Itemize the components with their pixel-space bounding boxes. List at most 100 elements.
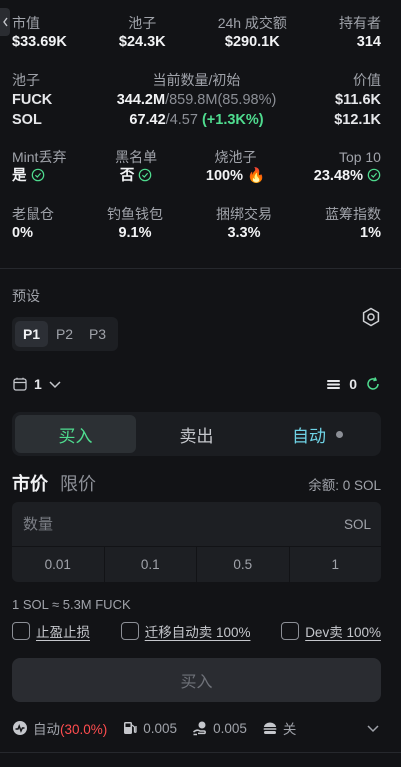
- holder-label: 捆绑交易: [216, 206, 272, 222]
- divider: [0, 268, 401, 269]
- sec-value: 23.48%: [314, 166, 381, 186]
- security-stats: Mint丢弃 是 黑名单 否 烧池子 100% 🔥 Top 10 23.48%: [12, 148, 381, 186]
- pool-token-amount: 344.2M/859.8M(85.98%): [102, 92, 291, 108]
- tab-auto[interactable]: 自动: [257, 415, 378, 453]
- auto-label: 自动(30.0%): [33, 718, 107, 738]
- tip-icon: [193, 721, 206, 736]
- slippage-icon: [13, 721, 27, 735]
- chevron-down-icon[interactable]: [365, 720, 381, 736]
- holder-value: 3.3%: [227, 225, 261, 241]
- status-dot: [336, 430, 343, 438]
- sec-label: 黑名单: [115, 149, 158, 165]
- mev-protection[interactable]: 关: [262, 718, 297, 738]
- sec-value: 是: [12, 166, 45, 186]
- check-circle-icon: [367, 168, 381, 182]
- sec-mint-renounced: Mint丢弃 是: [12, 148, 66, 186]
- checkbox[interactable]: [120, 622, 139, 640]
- pool-sol-initial: /4.57: [165, 112, 198, 128]
- stat-value: $24.3K: [118, 34, 166, 50]
- stat-holders: 持有者 314: [339, 14, 381, 52]
- amount-box: SOL 0.01 0.1 0.5 1: [12, 502, 381, 582]
- wallet-icon: [13, 377, 27, 391]
- option-migrate-auto-sell[interactable]: 迁移自动卖 100%: [120, 621, 250, 641]
- stat-24h-volume: 24h 成交额 $290.1K: [218, 14, 287, 52]
- auto-slippage[interactable]: 自动(30.0%): [12, 718, 107, 738]
- trade-options: 止盈止损 迁移自动卖 100% Dev卖 100%: [12, 621, 381, 641]
- mev-label: 关: [282, 722, 297, 737]
- wallet-count: 1: [34, 376, 42, 392]
- pool-table: 池子 当前数量/初始 价值 FUCK 344.2M/859.8M(85.98%)…: [12, 70, 381, 130]
- checkbox[interactable]: [281, 622, 300, 640]
- chevron-left-icon: [2, 17, 8, 27]
- burger-icon: [263, 722, 277, 734]
- gas-pump-icon: [124, 722, 137, 734]
- pool-token-initial: /859.8M: [165, 92, 218, 108]
- pool-token-value: $11.6K: [335, 92, 381, 108]
- amount-input[interactable]: [23, 515, 223, 533]
- tab-buy[interactable]: 买入: [15, 415, 136, 453]
- pool-sol-pct: (+1.3K%): [201, 112, 264, 128]
- quick-amount-button[interactable]: 1: [290, 547, 382, 582]
- holder-stats: 老鼠仓 0% 钓鱼钱包 9.1% 捆绑交易 3.3% 蓝筹指数 1%: [12, 205, 381, 243]
- pool-header: 池子 当前数量/初始 价值: [12, 70, 381, 90]
- priority-fee[interactable]: 0.005: [122, 720, 177, 736]
- check-circle-icon: [31, 168, 44, 182]
- settings-icon[interactable]: [361, 307, 381, 327]
- option-take-profit-stop-loss[interactable]: 止盈止损: [12, 621, 90, 641]
- pool-sol-amount: 67.42/4.57 (+1.3K%): [102, 112, 291, 128]
- option-dev-sell[interactable]: Dev卖 100%: [281, 621, 381, 641]
- quick-amount-button[interactable]: 0.1: [105, 547, 197, 582]
- exchange-rate: 1 SOL ≈ 5.3M FUCK: [12, 597, 131, 612]
- holder-label: 钓鱼钱包: [107, 206, 163, 222]
- preset-tab-p1[interactable]: P1: [15, 321, 48, 347]
- sec-blacklist: 黑名单 否: [115, 148, 157, 186]
- balance-text: 余额: 0 SOL: [308, 478, 381, 493]
- pool-token-current: 344.2M: [116, 92, 166, 108]
- sec-label: Top 10: [338, 149, 381, 165]
- tab-market[interactable]: 市价: [12, 470, 48, 496]
- tip-fee-value: 0.005: [213, 720, 247, 736]
- tab-sell[interactable]: 卖出: [136, 415, 257, 453]
- holder-insiders: 老鼠仓 0%: [12, 205, 54, 243]
- holder-bluechip: 蓝筹指数 1%: [325, 205, 381, 243]
- sec-value-text: 23.48%: [313, 168, 363, 184]
- tab-limit[interactable]: 限价: [60, 470, 96, 496]
- pool-sol-value: $12.1K: [334, 112, 381, 128]
- queue-count: 0: [349, 376, 357, 392]
- divider: [0, 752, 401, 753]
- collapse-handle[interactable]: [0, 8, 10, 36]
- stat-value: $290.1K: [224, 34, 280, 50]
- holder-label: 蓝筹指数: [325, 206, 381, 222]
- order-type-tabs: 市价 限价: [12, 470, 96, 496]
- quick-amount-button[interactable]: 0.01: [12, 547, 105, 582]
- buy-button[interactable]: 买入: [12, 658, 381, 702]
- tip-fee[interactable]: 0.005: [192, 720, 247, 736]
- stat-label: 24h 成交额: [217, 15, 287, 31]
- wallet-selector[interactable]: 1: [12, 376, 62, 392]
- preset-label: 预设: [12, 288, 40, 304]
- stat-market-cap: 市值 $33.69K: [12, 14, 67, 52]
- holder-label: 老鼠仓: [12, 206, 54, 222]
- stat-value: $33.69K: [12, 34, 67, 50]
- pool-header-name: 池子: [12, 72, 40, 88]
- stat-value: 314: [356, 34, 381, 50]
- pool-row-token: FUCK 344.2M/859.8M(85.98%) $11.6K: [12, 90, 381, 110]
- refresh-icon[interactable]: [365, 376, 381, 392]
- priority-fee-value: 0.005: [143, 720, 178, 736]
- pool-token-name: FUCK: [12, 92, 53, 108]
- stat-label: 市值: [12, 15, 40, 31]
- pool-row-sol: SOL 67.42/4.57 (+1.3K%) $12.1K: [12, 110, 381, 130]
- pool-sol-current: 67.42: [129, 112, 166, 128]
- quick-amount-button[interactable]: 0.5: [197, 547, 290, 582]
- auto-label-text: 自动: [33, 722, 60, 737]
- preset-tab-p3[interactable]: P3: [81, 321, 114, 347]
- quick-amounts: 0.01 0.1 0.5 1: [12, 546, 381, 582]
- checkbox[interactable]: [12, 622, 30, 640]
- stat-label: 持有者: [338, 15, 381, 31]
- preset-tab-p2[interactable]: P2: [48, 321, 81, 347]
- sec-label: Mint丢弃: [12, 149, 67, 165]
- chevron-down-icon: [49, 381, 61, 389]
- pool-token-pct: (85.98%): [217, 92, 277, 108]
- amount-input-row: SOL: [12, 502, 381, 546]
- stack-icon: [327, 379, 341, 389]
